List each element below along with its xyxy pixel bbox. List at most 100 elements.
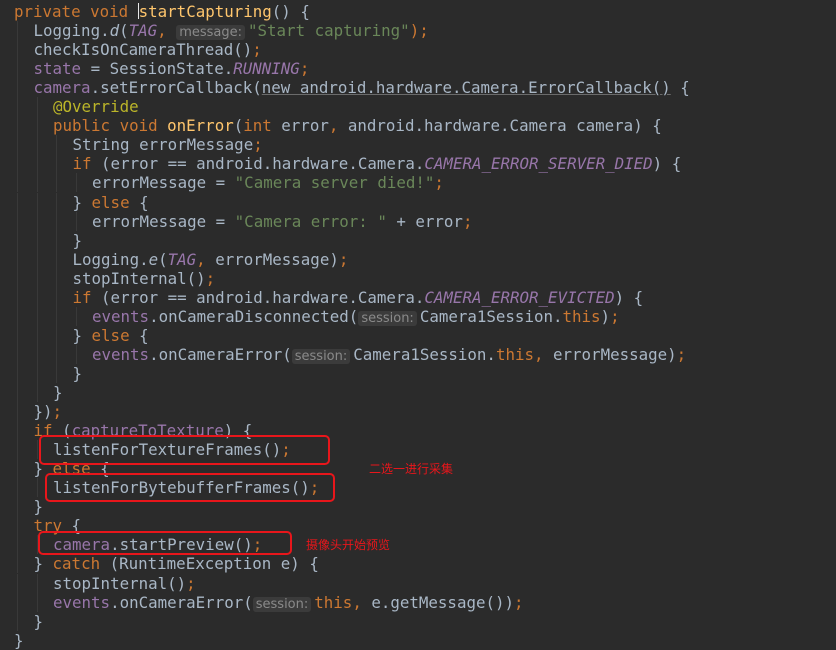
code-line[interactable]: } — [0, 631, 836, 650]
code-token: } — [53, 383, 63, 402]
code-line[interactable]: stopInternal(); — [0, 573, 836, 593]
indent-guide — [56, 363, 57, 383]
code-line[interactable]: } — [0, 363, 836, 383]
indent-guide — [36, 363, 38, 383]
code-line[interactable]: errorMessage = "Camera server died!"; — [0, 173, 836, 193]
code-token: "Camera error: " — [234, 211, 387, 231]
indent-guide — [36, 135, 38, 155]
code-line[interactable]: stopInternal(); — [0, 268, 836, 288]
indent-guide — [56, 344, 57, 364]
code-token: } — [72, 230, 83, 250]
code-text: Logging.d(TAG, message: "Start capturing"… — [34, 21, 429, 42]
code-token: , — [196, 249, 216, 269]
code-token: stopInternal() — [53, 573, 187, 593]
code-line[interactable]: } else { — [0, 192, 836, 212]
code-token: ; — [52, 402, 63, 422]
code-line[interactable]: state = SessionState.RUNNING; — [0, 59, 836, 79]
code-token: ( — [158, 249, 168, 269]
code-line[interactable]: events.onCameraDisconnected(session: Came… — [0, 306, 836, 328]
code-token: .setErrorCallback( — [90, 78, 262, 98]
indent-guide — [17, 97, 18, 117]
indent-guide — [17, 344, 18, 364]
code-token: events — [92, 306, 150, 326]
code-token: TAG — [128, 21, 158, 41]
code-text: } — [34, 497, 44, 516]
code-line[interactable]: events.onCameraError(session: Camera1Sess… — [0, 344, 836, 364]
indent-guide — [17, 363, 18, 383]
indent-guide — [36, 306, 38, 326]
code-token: this — [562, 306, 601, 326]
code-token: private void — [14, 2, 138, 21]
indent-guide — [75, 344, 77, 364]
code-line[interactable]: } — [0, 611, 836, 631]
code-line[interactable]: Logging.d(TAG, message: "Start capturing"… — [0, 21, 836, 42]
code-token: } — [72, 325, 92, 345]
code-line[interactable]: }); — [0, 402, 836, 422]
code-token: if — [72, 287, 102, 307]
code-line[interactable]: if (error == android.hardware.Camera.CAM… — [0, 154, 836, 174]
code-text: Logging.e(TAG, errorMessage); — [73, 250, 349, 269]
indent-guide — [17, 249, 18, 269]
indent-guide — [36, 154, 38, 174]
code-token: } — [33, 497, 44, 517]
code-token: ( — [119, 21, 129, 41]
code-token: ; — [514, 592, 524, 612]
code-token: .onCameraError( — [149, 344, 292, 364]
code-token: else — [91, 325, 140, 345]
indent-guide — [56, 287, 57, 307]
code-text: }); — [34, 402, 63, 421]
code-line[interactable]: checkIsOnCameraThread(); — [0, 40, 836, 60]
code-token: ; — [205, 268, 216, 288]
indent-guide — [17, 516, 18, 536]
code-token: } — [33, 554, 53, 574]
code-line[interactable]: } catch (RuntimeException e) { — [0, 554, 836, 574]
code-text: events.onCameraError(session: this, e.get… — [53, 593, 524, 614]
code-line[interactable]: String errorMessage; — [0, 135, 836, 155]
code-line[interactable]: public void onError(int error, android.h… — [0, 116, 836, 136]
code-text: public void onError(int error, android.h… — [53, 116, 662, 135]
code-token: this — [495, 344, 534, 364]
code-token: ; — [338, 249, 349, 269]
code-line[interactable]: camera.setErrorCallback(new android.hard… — [0, 78, 836, 98]
code-token: = SessionState. — [81, 59, 234, 79]
indent-guide — [56, 325, 57, 345]
code-token: d — [109, 21, 120, 41]
code-line[interactable]: } — [0, 230, 836, 250]
indent-guide — [17, 78, 18, 98]
code-line[interactable]: Logging.e(TAG, errorMessage); — [0, 249, 836, 269]
code-token: ); — [409, 21, 429, 41]
indent-guide — [17, 59, 18, 79]
code-text: } — [53, 383, 63, 402]
code-token: events — [53, 592, 111, 612]
code-token: ) { — [652, 154, 682, 174]
highlight-box-listen-bytebuffer — [45, 473, 335, 502]
code-token: , — [533, 344, 554, 364]
code-line[interactable]: @Override — [0, 97, 836, 117]
indent-guide — [36, 97, 38, 117]
code-line[interactable]: } else { — [0, 325, 836, 345]
camera-start-preview-note: 摄像头开始预览 — [306, 538, 391, 552]
indent-guide — [17, 211, 18, 231]
code-line[interactable]: errorMessage = "Camera error: " + error; — [0, 211, 836, 231]
indent-guide — [17, 173, 18, 193]
indent-guide — [36, 344, 38, 364]
code-text: } — [34, 612, 44, 631]
indent-guide — [17, 535, 18, 555]
code-token: ; — [434, 173, 444, 193]
code-text: events.onCameraDisconnected(session: Came… — [92, 307, 620, 328]
code-token: Camera1Session. — [419, 306, 563, 326]
code-token: camera — [33, 78, 91, 98]
code-token: public void — [53, 116, 168, 136]
code-token: + error — [386, 211, 463, 231]
indent-guide — [36, 192, 38, 212]
code-line[interactable]: events.onCameraError(session: this, e.get… — [0, 592, 836, 614]
code-line[interactable]: } — [0, 383, 836, 402]
indent-guide — [56, 135, 57, 155]
code-line[interactable]: private void startCapturing() { — [0, 2, 836, 21]
code-line[interactable]: if (error == android.hardware.Camera.CAM… — [0, 287, 836, 307]
indent-guide — [17, 40, 18, 60]
code-token: { — [139, 192, 149, 212]
indent-guide — [36, 592, 38, 612]
code-token: { — [670, 78, 690, 98]
indent-guide — [56, 249, 57, 269]
